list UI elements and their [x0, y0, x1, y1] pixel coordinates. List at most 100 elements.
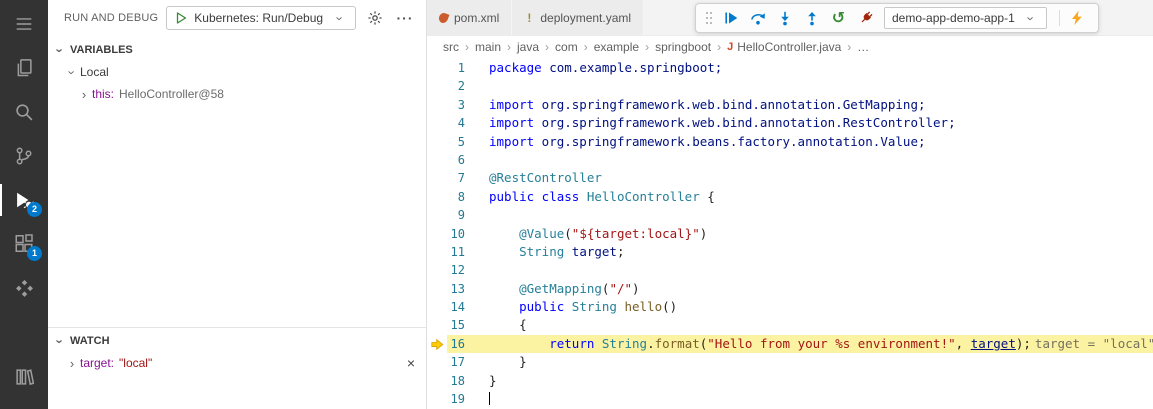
variable-row-this[interactable]: › this: HelloController@58	[48, 83, 426, 105]
code-text: @GetMapping("/")	[465, 280, 640, 298]
settings-gear-button[interactable]	[364, 7, 386, 29]
glyph-margin[interactable]	[427, 133, 447, 151]
code-editor[interactable]: 1package com.example.springboot;23import…	[427, 58, 1153, 409]
line-number[interactable]: 14	[447, 298, 465, 316]
hamburger-icon	[15, 15, 33, 33]
glyph-margin[interactable]	[427, 261, 447, 279]
line-number[interactable]: 9	[447, 206, 465, 224]
hot-reload-button[interactable]	[1065, 6, 1090, 31]
code-line-3[interactable]: 3import org.springframework.web.bind.ann…	[427, 96, 1153, 114]
glyph-margin[interactable]	[427, 188, 447, 206]
line-number[interactable]: 5	[447, 133, 465, 151]
code-line-10[interactable]: 10 @Value("${target:local}")	[427, 225, 1153, 243]
tab-bar: pom.xml ! deployment.yaml	[427, 0, 1153, 36]
line-number[interactable]: 4	[447, 114, 465, 132]
watch-section-header[interactable]: › WATCH	[48, 330, 426, 352]
code-line-2[interactable]: 2	[427, 77, 1153, 95]
code-line-5[interactable]: 5import org.springframework.beans.factor…	[427, 133, 1153, 151]
glyph-margin[interactable]	[427, 114, 447, 132]
glyph-margin[interactable]	[427, 206, 447, 224]
breadcrumb-item[interactable]: main	[475, 40, 501, 54]
code-line-15[interactable]: 15 {	[427, 316, 1153, 334]
glyph-margin[interactable]	[427, 243, 447, 261]
tab-deployment-yaml[interactable]: ! deployment.yaml	[512, 0, 644, 35]
line-number[interactable]: 2	[447, 77, 465, 95]
glyph-margin[interactable]	[427, 77, 447, 95]
code-line-19[interactable]: 19	[427, 390, 1153, 408]
glyph-margin[interactable]	[427, 59, 447, 77]
run-and-debug-button[interactable]: 2	[0, 178, 48, 222]
line-number[interactable]: 15	[447, 316, 465, 334]
debug-step-over-button[interactable]	[745, 6, 770, 31]
code-line-9[interactable]: 9	[427, 206, 1153, 224]
breadcrumb-item[interactable]: java	[517, 40, 539, 54]
source-control-button[interactable]	[0, 134, 48, 178]
breadcrumb-item[interactable]: com	[555, 40, 578, 54]
extensions-button[interactable]: 1	[0, 222, 48, 266]
glyph-margin[interactable]	[427, 96, 447, 114]
glyph-margin[interactable]	[427, 353, 447, 371]
launch-config-dropdown[interactable]: Kubernetes: Run/Debug ›	[166, 6, 356, 30]
search-button[interactable]	[0, 90, 48, 134]
breadcrumb-item[interactable]: …	[857, 40, 869, 54]
breadcrumb-item[interactable]: springboot	[655, 40, 711, 54]
code-line-16[interactable]: 16 return String.format("Hello from your…	[427, 335, 1153, 353]
code-line-6[interactable]: 6	[427, 151, 1153, 169]
line-number[interactable]: 3	[447, 96, 465, 114]
glyph-margin[interactable]	[427, 390, 447, 408]
code-line-11[interactable]: 11 String target;	[427, 243, 1153, 261]
code-line-4[interactable]: 4import org.springframework.web.bind.ann…	[427, 114, 1153, 132]
breadcrumb-item-file[interactable]: HelloController.java	[737, 40, 841, 54]
line-number[interactable]: 13	[447, 280, 465, 298]
code-line-1[interactable]: 1package com.example.springboot;	[427, 59, 1153, 77]
variables-section-header[interactable]: › VARIABLES	[48, 39, 426, 61]
menu-button[interactable]	[0, 2, 48, 46]
line-number[interactable]: 18	[447, 372, 465, 390]
breadcrumb-separator: ›	[717, 40, 721, 54]
yaml-file-icon: !	[524, 11, 534, 25]
line-number[interactable]: 12	[447, 261, 465, 279]
line-number[interactable]: 7	[447, 169, 465, 187]
debug-continue-button[interactable]	[718, 6, 743, 31]
variables-scope-local[interactable]: › Local	[48, 61, 426, 83]
line-number[interactable]: 16	[447, 335, 465, 353]
debug-step-into-button[interactable]	[772, 6, 797, 31]
debug-disconnect-button[interactable]	[853, 6, 878, 31]
code-line-12[interactable]: 12	[427, 261, 1153, 279]
glyph-margin[interactable]	[427, 316, 447, 334]
explorer-button[interactable]	[0, 46, 48, 90]
line-number[interactable]: 6	[447, 151, 465, 169]
glyph-margin[interactable]	[427, 225, 447, 243]
cloud-code-button[interactable]	[0, 266, 48, 310]
breadcrumb-item[interactable]: src	[443, 40, 459, 54]
line-number[interactable]: 10	[447, 225, 465, 243]
glyph-margin[interactable]	[427, 280, 447, 298]
watch-row-target[interactable]: › target: "local" ×	[48, 352, 426, 374]
glyph-margin[interactable]	[427, 335, 447, 353]
debug-step-out-button[interactable]	[799, 6, 824, 31]
line-number[interactable]: 1	[447, 59, 465, 77]
code-line-7[interactable]: 7@RestController	[427, 169, 1153, 187]
watch-expression-value: "local"	[119, 356, 152, 370]
code-line-17[interactable]: 17 }	[427, 353, 1153, 371]
debug-restart-button[interactable]: ↺	[826, 6, 851, 31]
code-line-14[interactable]: 14 public String hello()	[427, 298, 1153, 316]
library-button[interactable]	[0, 355, 48, 399]
glyph-margin[interactable]	[427, 169, 447, 187]
line-number[interactable]: 11	[447, 243, 465, 261]
line-number[interactable]: 8	[447, 188, 465, 206]
glyph-margin[interactable]	[427, 372, 447, 390]
drag-handle[interactable]	[706, 12, 708, 14]
more-actions-button[interactable]: ···	[394, 7, 416, 29]
tab-pom-xml[interactable]: pom.xml	[427, 0, 512, 35]
code-line-18[interactable]: 18}	[427, 372, 1153, 390]
breadcrumb-item[interactable]: example	[594, 40, 639, 54]
code-line-13[interactable]: 13 @GetMapping("/")	[427, 280, 1153, 298]
line-number[interactable]: 19	[447, 390, 465, 408]
remove-watch-button[interactable]: ×	[402, 354, 420, 372]
debug-session-dropdown[interactable]: demo-app-demo-app-1 ›	[884, 7, 1047, 29]
glyph-margin[interactable]	[427, 298, 447, 316]
glyph-margin[interactable]	[427, 151, 447, 169]
line-number[interactable]: 17	[447, 353, 465, 371]
code-line-8[interactable]: 8public class HelloController {	[427, 188, 1153, 206]
